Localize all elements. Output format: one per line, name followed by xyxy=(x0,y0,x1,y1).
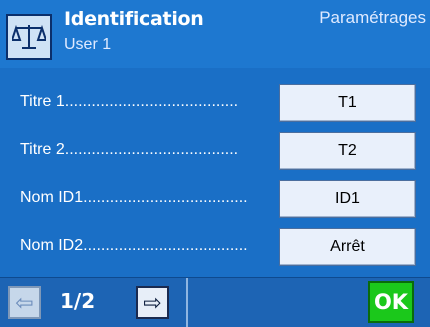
arrow-right-icon: ⇨ xyxy=(143,289,162,315)
balance-scale-icon xyxy=(12,24,46,49)
titre1-button[interactable]: T1 xyxy=(279,84,416,122)
row-label-titre1: Titre 1.................................… xyxy=(20,93,239,110)
ok-button[interactable]: OK xyxy=(368,281,414,323)
row-label-nomid2: Nom ID2.................................… xyxy=(20,237,248,254)
footer-divider xyxy=(186,278,188,327)
balance-scale-button[interactable] xyxy=(6,14,52,60)
nomid1-button[interactable]: ID1 xyxy=(279,180,416,218)
header: Identification User 1 Paramétrages xyxy=(0,0,430,68)
footer: ⇦ 1/2 ⇨ OK xyxy=(0,277,430,327)
page-title: Identification xyxy=(64,8,204,30)
arrow-left-icon: ⇦ xyxy=(15,289,34,315)
row-label-nomid1: Nom ID1.................................… xyxy=(20,189,248,206)
next-page-button[interactable]: ⇨ xyxy=(136,286,169,319)
row-label-titre2: Titre 2.................................… xyxy=(20,141,239,158)
screen: Identification User 1 Paramétrages Titre… xyxy=(0,0,430,327)
page-indicator: 1/2 xyxy=(60,289,96,313)
user-subtitle: User 1 xyxy=(64,36,112,53)
section-title: Paramétrages xyxy=(319,8,426,27)
titre2-button[interactable]: T2 xyxy=(279,132,416,170)
nomid2-button[interactable]: Arrêt xyxy=(279,228,416,266)
previous-page-button[interactable]: ⇦ xyxy=(8,286,41,319)
